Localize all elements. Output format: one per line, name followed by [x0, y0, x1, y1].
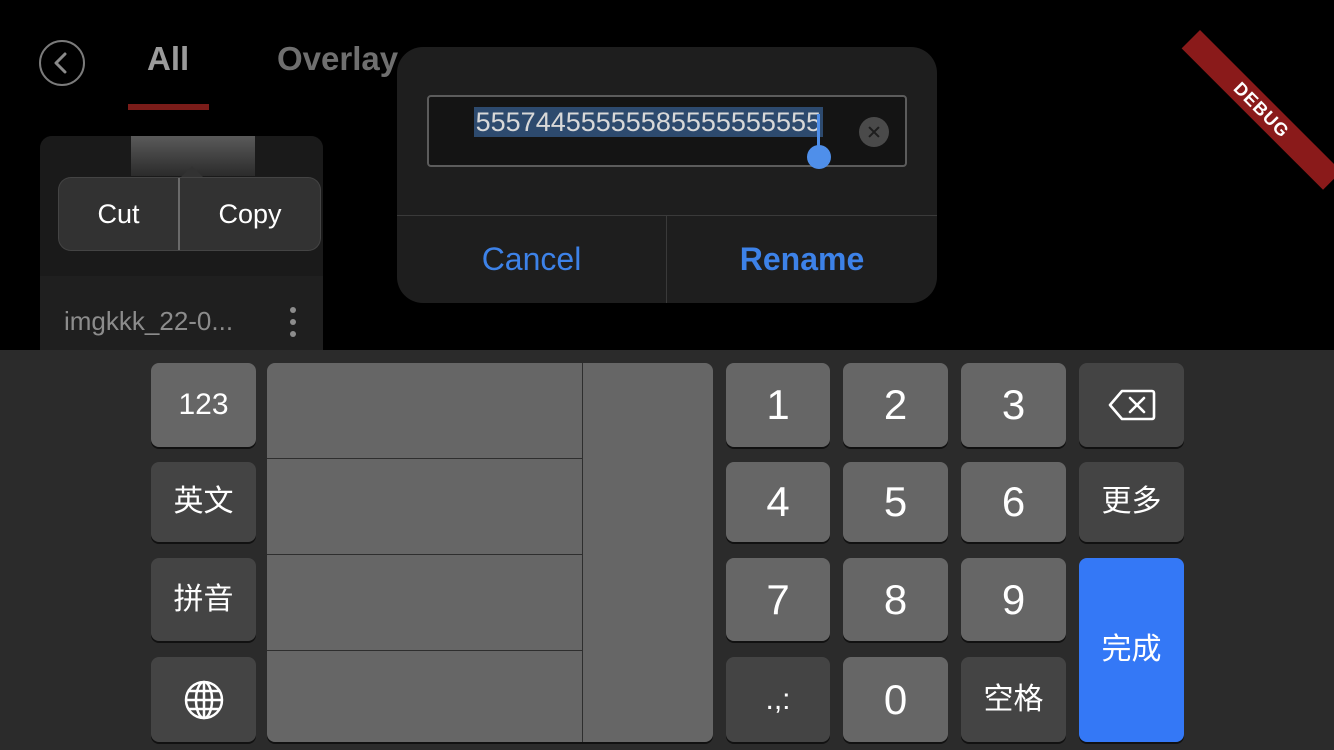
- key-0[interactable]: 0: [843, 657, 948, 742]
- more-vertical-icon[interactable]: [288, 307, 298, 337]
- selection-handle[interactable]: [807, 145, 831, 169]
- context-menu-arrow: [180, 166, 204, 178]
- key-8[interactable]: 8: [843, 558, 948, 641]
- rename-input[interactable]: 55574455555585555555555: [427, 95, 907, 167]
- candidate-panel[interactable]: [267, 363, 713, 742]
- key-123[interactable]: 123: [151, 363, 256, 447]
- media-file-name: imgkkk_22-0...: [64, 306, 234, 336]
- globe-icon: [184, 680, 224, 720]
- key-6[interactable]: 6: [961, 462, 1066, 542]
- tab-active-indicator: [128, 104, 209, 110]
- rename-button[interactable]: Rename: [667, 215, 937, 303]
- key-done[interactable]: 完成: [1079, 558, 1184, 742]
- tab-all[interactable]: All: [147, 40, 189, 78]
- rename-input-selected-text: 55574455555585555555555: [473, 107, 823, 137]
- key-2[interactable]: 2: [843, 363, 948, 447]
- key-pinyin[interactable]: 拼音: [151, 558, 256, 641]
- copy-button[interactable]: Copy: [180, 178, 320, 250]
- key-9[interactable]: 9: [961, 558, 1066, 641]
- key-globe[interactable]: [151, 657, 256, 742]
- key-7[interactable]: 7: [726, 558, 830, 641]
- text-context-menu: Cut Copy: [59, 178, 320, 250]
- key-more[interactable]: 更多: [1079, 462, 1184, 542]
- key-5[interactable]: 5: [843, 462, 948, 542]
- key-3[interactable]: 3: [961, 363, 1066, 447]
- key-punctuation[interactable]: .,:: [726, 657, 830, 742]
- key-space[interactable]: 空格: [961, 657, 1066, 742]
- cancel-button[interactable]: Cancel: [397, 215, 666, 303]
- numeric-keyboard: 123 英文 拼音 1 2 3 4 5 6 更多 7 8 9 完成 .,: 0 …: [0, 350, 1334, 750]
- rename-dialog: 55574455555585555555555 Cancel Rename: [397, 47, 937, 303]
- back-button[interactable]: [39, 40, 85, 86]
- clear-icon[interactable]: [859, 117, 889, 147]
- key-4[interactable]: 4: [726, 462, 830, 542]
- backspace-icon: [1108, 389, 1156, 421]
- key-1[interactable]: 1: [726, 363, 830, 447]
- tab-overlay[interactable]: Overlay: [277, 40, 398, 78]
- key-english[interactable]: 英文: [151, 462, 256, 542]
- chevron-left-icon: [54, 52, 67, 74]
- key-delete[interactable]: [1079, 363, 1184, 447]
- cut-button[interactable]: Cut: [59, 178, 178, 250]
- debug-banner: DEBUG: [1181, 30, 1334, 190]
